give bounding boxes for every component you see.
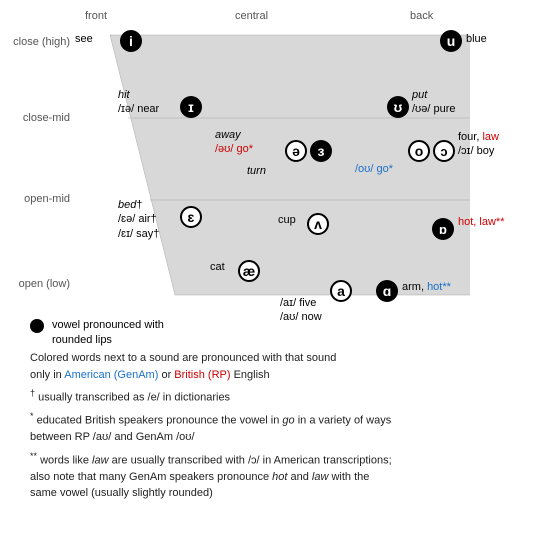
vowel-symbol-I: ɪ bbox=[180, 96, 202, 118]
legend-text: vowel pronounced withrounded lips bbox=[52, 318, 164, 349]
vowel-symbol-u: u bbox=[440, 30, 462, 52]
vowel-e: ɛ bbox=[180, 206, 202, 228]
notes-area: Colored words next to a sound are pronou… bbox=[30, 350, 550, 506]
label-hit: hit/ɪə/ near bbox=[118, 88, 159, 117]
vowel-oi: ɔ bbox=[433, 140, 455, 162]
vowel-symbol-D: ɒ bbox=[432, 218, 454, 240]
vowel-symbol-ash: æ bbox=[238, 260, 260, 282]
label-cat: cat bbox=[210, 260, 225, 274]
label-ai: /aɪ/ five/aʊ/ now bbox=[280, 296, 322, 325]
row-label-openmid: open-mid bbox=[0, 193, 70, 205]
vowel-chart: front central back close (high) close-mi… bbox=[0, 0, 560, 340]
vowel-v: ʌ bbox=[307, 213, 329, 235]
vowel-A: ɑ bbox=[376, 280, 398, 302]
filled-circle-legend bbox=[30, 319, 44, 333]
label-bed: bed†/ɛə/ air†/ɛɪ/ say† bbox=[118, 198, 159, 241]
row-label-closemid: close-mid bbox=[0, 112, 70, 124]
vowel-3: ɜ bbox=[310, 140, 332, 162]
label-blue: blue bbox=[466, 32, 487, 46]
vowel-symbol-U: ʊ bbox=[387, 96, 409, 118]
label-gou: /oʊ/ go* bbox=[355, 162, 393, 176]
vowel-symbol-a: a bbox=[330, 280, 352, 302]
note3: ** words like law are usually transcribe… bbox=[30, 450, 550, 502]
label-turn: turn bbox=[247, 164, 266, 178]
label-arm: arm, hot** bbox=[402, 280, 451, 294]
note-colored: Colored words next to a sound are pronou… bbox=[30, 350, 550, 383]
note2: * educated British speakers pronounce th… bbox=[30, 410, 550, 446]
col-label-back: back bbox=[410, 10, 433, 22]
label-cup: cup bbox=[278, 213, 296, 227]
vowel-i: i bbox=[120, 30, 142, 52]
label-away: away/əʊ/ go* bbox=[215, 128, 253, 157]
vowel-symbol-schwa: ə bbox=[285, 140, 307, 162]
vowel-symbol-v: ʌ bbox=[307, 213, 329, 235]
legend: vowel pronounced withrounded lips bbox=[30, 318, 164, 349]
vowel-ash: æ bbox=[238, 260, 260, 282]
vowel-o: o bbox=[408, 140, 430, 162]
vowel-symbol-o: o bbox=[408, 140, 430, 162]
vowel-symbol-A: ɑ bbox=[376, 280, 398, 302]
label-put: put/ʊə/ pure bbox=[412, 88, 456, 117]
row-label-close: close (high) bbox=[0, 36, 70, 48]
vowel-symbol-3: ɜ bbox=[310, 140, 332, 162]
vowel-symbol-oi: ɔ bbox=[433, 140, 455, 162]
row-label-open: open (low) bbox=[0, 278, 70, 290]
vowel-u: u bbox=[440, 30, 462, 52]
vowel-schwa: ə bbox=[285, 140, 307, 162]
label-see: see bbox=[75, 32, 93, 46]
vowel-I: ɪ bbox=[180, 96, 202, 118]
note-american: American (GenAm) bbox=[64, 369, 158, 381]
col-label-front: front bbox=[85, 10, 107, 22]
vowel-D: ɒ bbox=[432, 218, 454, 240]
label-hot: hot, law** bbox=[458, 215, 504, 229]
col-label-central: central bbox=[235, 10, 268, 22]
vowel-a: a bbox=[330, 280, 352, 302]
vowel-symbol-e: ɛ bbox=[180, 206, 202, 228]
vowel-U: ʊ bbox=[387, 96, 409, 118]
note-british: British (RP) bbox=[174, 369, 230, 381]
label-four: four, law/ɔɪ/ boy bbox=[458, 130, 499, 159]
note1: † usually transcribed as /e/ in dictiona… bbox=[30, 387, 550, 406]
vowel-symbol-i: i bbox=[120, 30, 142, 52]
